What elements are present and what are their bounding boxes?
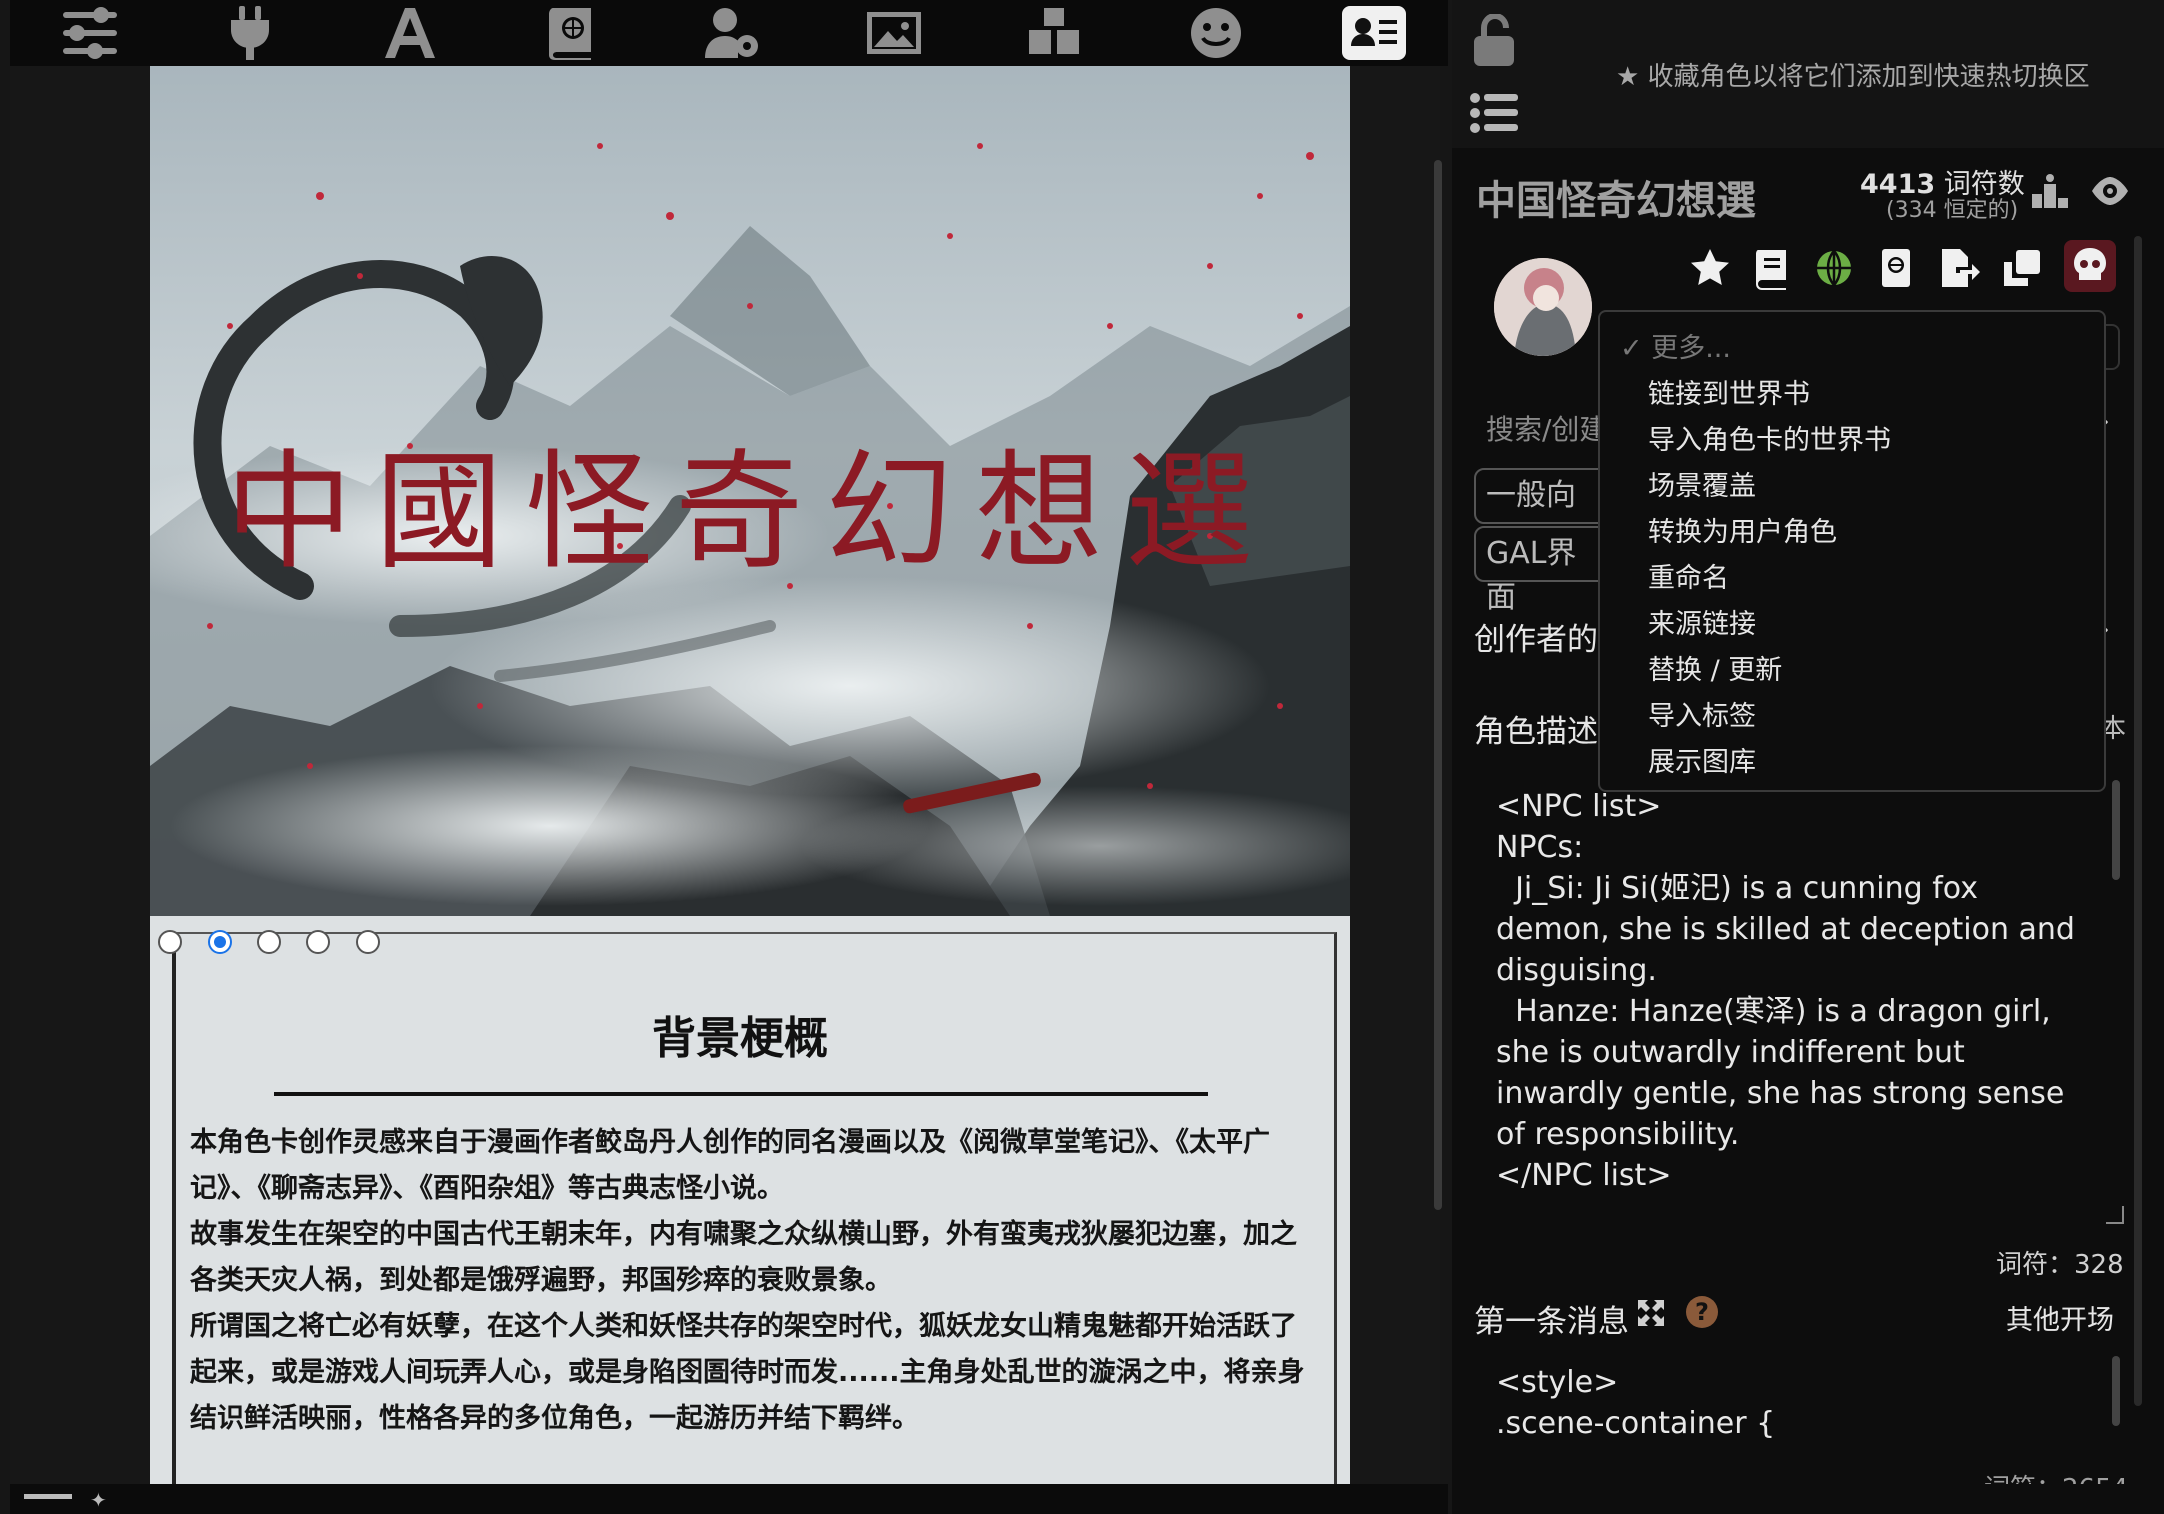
dropdown-item-import-worldbook[interactable]: 导入角色卡的世界书 <box>1648 418 1891 457</box>
book-icon[interactable] <box>1750 246 1794 294</box>
file-export-icon[interactable] <box>1936 246 1980 294</box>
dropdown-item-more[interactable]: ✓ 更多... <box>1620 326 1731 365</box>
cubes-icon[interactable] <box>1022 6 1086 60</box>
dropdown-item-import-tags[interactable]: 导入标签 <box>1648 694 1756 733</box>
menu-icon[interactable] <box>24 1494 72 1499</box>
carousel-radio-4[interactable] <box>306 930 330 954</box>
star-icon: ★ <box>1616 62 1648 92</box>
avatar[interactable] <box>1494 258 1592 356</box>
first-message-tokens: 词符：2654 <box>1984 1468 2128 1484</box>
token-permanent: (334 恒定的) <box>1886 198 2019 223</box>
favorite-star-icon[interactable] <box>1688 246 1732 294</box>
smile-icon[interactable] <box>1184 6 1248 60</box>
doc-paragraph-3: 所谓国之将亡必有妖孽，在这个人类和妖怪共存的架空时代，狐妖龙女山精鬼魅都开始活跃… <box>190 1311 1305 1434</box>
lock-open-icon[interactable] <box>1470 12 1520 68</box>
character-name[interactable]: 中国怪奇幻想選 <box>1476 168 1756 226</box>
book-globe-icon[interactable] <box>1874 246 1918 294</box>
clone-icon[interactable] <box>2000 246 2044 294</box>
user-gear-icon[interactable] <box>700 6 764 60</box>
doc-paragraph-2: 故事发生在架空的中国古代王朝末年，内有啸聚之众纵横山野，外有蛮夷戎狄屡犯边塞，加… <box>190 1219 1297 1296</box>
font-icon[interactable] <box>378 6 442 60</box>
chat-gutter-right <box>1350 66 1440 1484</box>
dropdown-item-link-worldbook[interactable]: 链接到世界书 <box>1648 372 1810 411</box>
dropdown-item-scenario-override[interactable]: 场景覆盖 <box>1648 464 1756 503</box>
chat-gutter-left <box>10 66 150 1484</box>
dropdown-item-rename[interactable]: 重命名 <box>1648 556 1729 595</box>
list-icon[interactable] <box>1470 92 1520 134</box>
background-summary-card: 背景梗概 本角色卡创作灵感来自于漫画作者鲛岛丹人创作的同名漫画以及《阅微草堂笔记… <box>150 916 1350 1484</box>
carousel-radio-2[interactable] <box>208 930 232 954</box>
doc-paragraph-1: 本角色卡创作灵感来自于漫画作者鲛岛丹人创作的同名漫画以及《阅微草堂笔记》、《太平… <box>190 1127 1270 1204</box>
description-tokens: 词符：328 <box>1996 1250 2124 1280</box>
id-card-icon[interactable] <box>1342 6 1406 60</box>
image-icon[interactable] <box>862 6 926 60</box>
doc-title: 背景梗概 <box>652 1013 828 1064</box>
ranking-icon[interactable] <box>2032 174 2068 208</box>
alternate-greetings-button[interactable]: 其他开场 <box>2006 1298 2114 1337</box>
carousel-radio-1[interactable] <box>158 930 182 954</box>
magic-wand-icon[interactable]: ✦ <box>90 1488 150 1512</box>
art-title: 中國怪奇幻想選 <box>225 438 1275 587</box>
chat-input-bar[interactable]: ✦ <box>10 1484 1448 1514</box>
sliders-icon[interactable] <box>58 6 122 60</box>
eye-icon[interactable] <box>2090 174 2130 208</box>
carousel-radio-5[interactable] <box>356 930 380 954</box>
description-label: 角色描述 <box>1474 714 1598 750</box>
top-toolbar <box>10 0 1448 66</box>
search-tags-input[interactable]: 搜索/创建 <box>1486 408 1607 448</box>
plug-icon[interactable] <box>218 6 282 60</box>
carousel-radio-3[interactable] <box>257 930 281 954</box>
expand-icon[interactable] <box>1636 1298 1666 1328</box>
dropdown-item-source-link[interactable]: 来源链接 <box>1648 602 1756 641</box>
description-scrollbar[interactable] <box>2112 780 2120 880</box>
first-message-scrollbar[interactable] <box>2112 1356 2120 1426</box>
tag-pill-2[interactable]: GAL界面 <box>1474 526 1614 615</box>
title-rule <box>274 1092 1208 1096</box>
help-icon[interactable]: ? <box>1686 1296 1718 1328</box>
first-message-label: 第一条消息 <box>1474 1304 1629 1340</box>
delete-skull-button[interactable] <box>2064 240 2116 292</box>
dropdown-item-convert-persona[interactable]: 转换为用户角色 <box>1648 510 1837 549</box>
tag-pill-1[interactable]: 一般向 <box>1474 468 1614 524</box>
book-globe-icon[interactable] <box>540 6 604 60</box>
more-actions-dropdown[interactable]: ✓ 更多... 链接到世界书 导入角色卡的世界书 场景覆盖 转换为用户角色 重命… <box>1598 310 2106 792</box>
chat-scrollbar[interactable] <box>1434 160 1442 1210</box>
dropdown-item-replace-update[interactable]: 替换 / 更新 <box>1648 648 1782 687</box>
creator-notes-label[interactable]: 创作者的 <box>1474 614 1598 659</box>
first-message-textarea[interactable]: <style> .scene-container { <box>1496 1362 2096 1472</box>
dropdown-item-show-gallery[interactable]: 展示图库 <box>1648 740 1756 779</box>
globe-icon[interactable] <box>1812 246 1856 294</box>
character-artwork: 中國怪奇幻想選 <box>150 66 1350 916</box>
panel-scrollbar[interactable] <box>2134 236 2142 1406</box>
favorite-hint: ★ 收藏角色以将它们添加到快速热切换区 <box>1616 62 2090 92</box>
resize-handle[interactable] <box>2106 1206 2124 1224</box>
description-textarea[interactable]: <NPC list> NPCs: Ji_Si: Ji Si(姬汜) is a c… <box>1496 786 2096 1226</box>
